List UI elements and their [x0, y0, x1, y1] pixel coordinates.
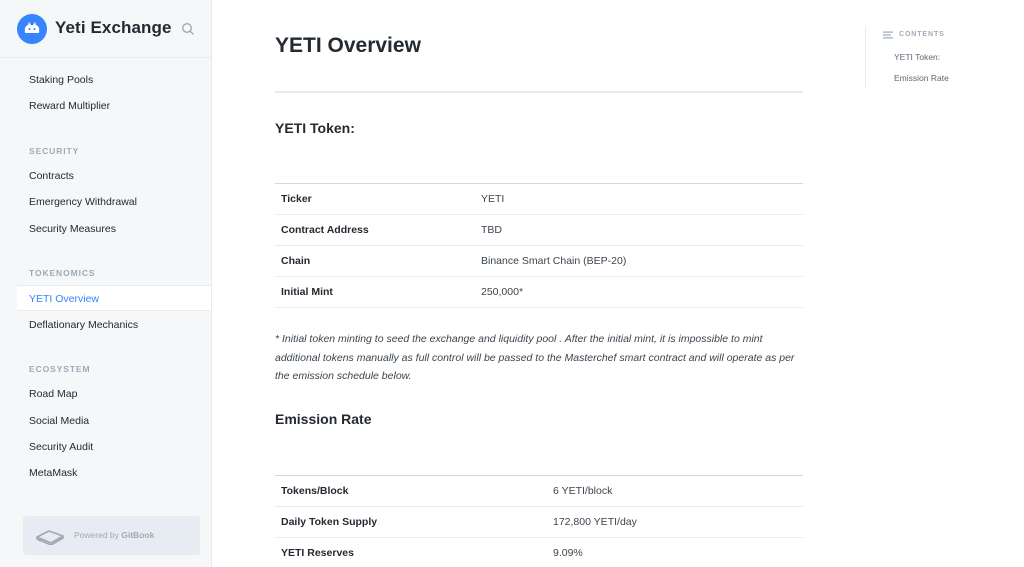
sidebar-section-security: SECURITY: [29, 146, 80, 156]
contents-heading: CONTENTS: [883, 31, 945, 39]
table-row: Tokens/Block 6 YETI/block: [275, 476, 803, 507]
title-divider: [275, 91, 803, 93]
list-icon: [883, 31, 893, 39]
table-key: Contract Address: [281, 224, 369, 236]
sidebar-item-contracts[interactable]: Contracts: [17, 163, 211, 189]
yeti-logo-icon[interactable]: [17, 14, 47, 44]
table-row: Contract Address TBD: [275, 215, 803, 246]
sidebar-item-security-measures[interactable]: Security Measures: [17, 216, 211, 242]
gitbook-icon: [36, 530, 64, 545]
sidebar-item-security-audit[interactable]: Security Audit: [17, 434, 211, 460]
toc-item-emission-rate[interactable]: Emission Rate: [894, 73, 949, 83]
table-row: YETI Reserves 9.09%: [275, 538, 803, 567]
powered-by-text: Powered by GitBook: [74, 530, 155, 540]
heading-yeti-token: YETI Token:: [275, 120, 355, 136]
sidebar-item-social-media[interactable]: Social Media: [17, 408, 211, 434]
search-icon[interactable]: [181, 22, 195, 36]
sidebar-item-staking-pools[interactable]: Staking Pools: [17, 67, 211, 93]
table-value: Binance Smart Chain (BEP-20): [481, 255, 627, 267]
sidebar-item-reward-multiplier[interactable]: Reward Multiplier: [17, 93, 211, 119]
table-row: Daily Token Supply 172,800 YETI/day: [275, 507, 803, 538]
table-value: 9.09%: [553, 547, 583, 559]
app-title[interactable]: Yeti Exchange: [55, 18, 172, 38]
heading-emission-rate: Emission Rate: [275, 411, 372, 427]
table-value: 6 YETI/block: [553, 485, 613, 497]
table-value: YETI: [481, 193, 505, 205]
page-title: YETI Overview: [275, 34, 421, 57]
table-key: Chain: [281, 255, 311, 267]
sidebar-item-emergency-withdrawal[interactable]: Emergency Withdrawal: [17, 189, 211, 215]
table-value: 172,800 YETI/day: [553, 516, 637, 528]
sidebar-item-metamask[interactable]: MetaMask: [17, 460, 211, 486]
table-key: Tokens/Block: [281, 485, 349, 497]
table-key: YETI Reserves: [281, 547, 354, 559]
sidebar-item-road-map[interactable]: Road Map: [17, 381, 211, 407]
sidebar: Yeti Exchange Staking Pools Reward Multi…: [0, 0, 212, 567]
table-row: Chain Binance Smart Chain (BEP-20): [275, 246, 803, 277]
table-row: Initial Mint 250,000*: [275, 277, 803, 308]
table-row: Ticker YETI: [275, 184, 803, 215]
sidebar-item-yeti-overview[interactable]: YETI Overview: [17, 285, 211, 311]
table-value: 250,000*: [481, 286, 524, 298]
mint-note: * Initial token minting to seed the exch…: [275, 333, 795, 382]
sidebar-item-deflationary-mechanics[interactable]: Deflationary Mechanics: [17, 312, 211, 338]
page-contents: CONTENTS YETI Token: Emission Rate: [865, 26, 1015, 88]
table-key: Initial Mint: [281, 286, 333, 298]
powered-by-gitbook[interactable]: Powered by GitBook: [23, 516, 200, 555]
emission-table: Tokens/Block 6 YETI/block Daily Token Su…: [275, 475, 803, 567]
brand-header: Yeti Exchange: [0, 0, 211, 58]
sidebar-section-ecosystem: ECOSYSTEM: [29, 364, 91, 374]
table-key: Ticker: [281, 193, 312, 205]
toc-item-yeti-token[interactable]: YETI Token:: [894, 52, 940, 62]
table-value: TBD: [481, 224, 502, 236]
sidebar-section-tokenomics: TOKENOMICS: [29, 268, 96, 278]
token-table: Ticker YETI Contract Address TBD Chain B…: [275, 183, 803, 308]
table-key: Daily Token Supply: [281, 516, 378, 528]
